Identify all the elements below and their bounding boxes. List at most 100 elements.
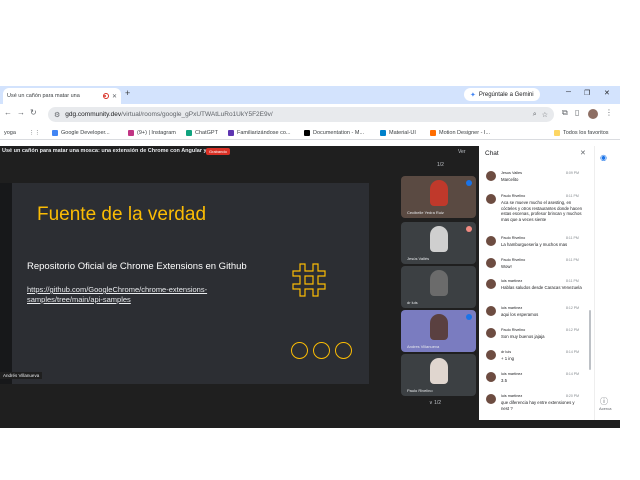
site-info-icon[interactable]: ⚙ [54, 111, 60, 119]
chat-author: Jesus Valles [501, 171, 523, 175]
chat-text: 3.5 [501, 378, 507, 383]
avatar [486, 372, 496, 382]
instagram-icon [128, 130, 134, 136]
bookmark-google-developers[interactable]: Google Developer... [52, 128, 110, 138]
avatar [486, 258, 496, 268]
chat-author: Paulo Rivelino [501, 328, 526, 332]
chat-time: 8:12 PM [566, 306, 580, 310]
new-tab-button[interactable]: + [125, 88, 130, 98]
avatar [486, 279, 496, 289]
chat-time: 8:20 PM [566, 394, 580, 398]
address-bar[interactable]: ⚙ gdg.community.dev/virtual/rooms/google… [48, 107, 554, 122]
bookmark-instagram[interactable]: (9+) | Instagram [128, 128, 176, 138]
bookmark-motion-designer[interactable]: Motion Designer - I... [430, 128, 490, 138]
participant-name: dr luis [407, 300, 418, 305]
mic-off-icon [466, 226, 472, 232]
reload-icon[interactable]: ↻ [30, 108, 37, 117]
hash-icon [292, 263, 326, 297]
bookmark-star-icon[interactable]: ☆ [542, 111, 548, 119]
extensions-icon[interactable]: ⧉ [562, 108, 568, 118]
chat-title: Chat [485, 150, 499, 157]
background [620, 86, 640, 428]
motion-icon [430, 130, 436, 136]
rail-label: Acerca [599, 406, 612, 411]
bookmark-documentation[interactable]: Documentation - M... [304, 128, 364, 138]
zoom-icon[interactable]: ⌕ [533, 111, 537, 119]
slide-title: Fuente de la verdad [37, 204, 207, 225]
avatar [486, 394, 496, 404]
apps-icon[interactable]: ⋮⋮ [29, 128, 40, 138]
url-host: gdg.community.dev [65, 111, 122, 118]
chat-time: 8:09 PM [566, 171, 580, 175]
folder-icon [554, 130, 560, 136]
slide-subtitle: Repositorio Oficial de Chrome Extensions… [27, 261, 247, 272]
participant-name: Andres Villanueva [407, 344, 440, 349]
bookmark-familiarizandose[interactable]: Familiarizándose co... [228, 128, 291, 138]
github-icon [304, 130, 310, 136]
slide-circle [313, 342, 330, 359]
chat-author: dr luis [501, 350, 512, 354]
meeting-title: Usé un cañón para matar una mosca: una e… [2, 148, 216, 154]
bookmark-chatgpt[interactable]: ChatGPT [186, 128, 218, 138]
page-indicator-bottom[interactable]: ∨ 1/2 [429, 400, 441, 406]
chat-time: 8:14 PM [566, 350, 580, 354]
avatar [486, 171, 496, 181]
chat-text: Wow! [501, 264, 512, 269]
chat-text: La hamburguesería y muchos mas [501, 242, 568, 247]
bookmark-material-ui[interactable]: Material-UI [380, 128, 416, 138]
chat-time: 8:11 PM [566, 236, 579, 240]
avatar [486, 236, 496, 246]
url-path: /virtual/rooms/google_gPxUTWAtLuRo1UkY5F… [121, 111, 273, 118]
chatgpt-icon [186, 130, 192, 136]
slide-link[interactable]: https://github.com/GoogleChrome/chrome-e… [27, 285, 277, 305]
chat-time: 8:14 PM [566, 372, 580, 376]
meeting-controls-bar [0, 420, 620, 428]
chat-author: Paulo Rivelino [501, 236, 526, 240]
chat-text: Aca se mueve mucho el asesting, en cócte… [501, 200, 582, 222]
url-text: gdg.community.dev/virtual/rooms/google_g… [65, 111, 528, 118]
view-button[interactable]: Ver [458, 149, 466, 155]
close-tab-icon[interactable]: ✕ [112, 93, 117, 100]
material-ui-icon [380, 130, 386, 136]
forward-icon[interactable]: → [17, 108, 25, 117]
chat-time: 8:11 PM [566, 194, 579, 198]
chat-text: Hablas saludos desde Caracas Venezuela [501, 285, 582, 290]
bookmark-icon [228, 130, 234, 136]
participant-tile[interactable]: Andres Villanueva [401, 310, 476, 352]
participant-tile[interactable]: Cecibelle Yedra Ruiz [401, 176, 476, 218]
minimize-icon[interactable]: ─ [566, 89, 571, 96]
browser-tab[interactable]: Usé un cañón para matar una ✕ [3, 88, 121, 104]
chat-text: Marcelito [501, 177, 519, 182]
maximize-icon[interactable]: ❐ [584, 89, 590, 97]
chat-author: Paulo Rivelino [501, 194, 526, 198]
gemini-label: Pregúntale a Gemini [478, 91, 534, 98]
side-rail [594, 146, 620, 420]
sidepanel-icon[interactable]: ▯ [575, 108, 579, 117]
close-chat-icon[interactable]: ✕ [580, 149, 586, 157]
participant-tile[interactable]: Jesús Vallés [401, 222, 476, 264]
menu-icon[interactable]: ⋮ [605, 108, 613, 117]
participant-video [430, 226, 448, 252]
chat-author: Paulo Rivelino [501, 258, 526, 262]
slide-circle [291, 342, 308, 359]
google-dev-icon [52, 130, 58, 136]
participant-tile[interactable]: dr luis [401, 266, 476, 308]
mic-icon [466, 180, 472, 186]
chat-text: Son muy buenos jajaja [501, 334, 545, 339]
chat-time: 8:12 PM [566, 328, 580, 332]
close-window-icon[interactable]: ✕ [604, 89, 610, 97]
participant-name: Jesús Vallés [407, 256, 430, 261]
tab-title: Usé un cañón para matar una [7, 93, 80, 99]
gemini-button[interactable]: ✦ Pregúntale a Gemini [464, 88, 540, 101]
screen: Usé un cañón para matar una ✕ + ✦ Pregún… [0, 0, 640, 480]
all-bookmarks[interactable]: Todos los favoritos [554, 128, 609, 138]
chat-time: 8:11 PM [566, 258, 579, 262]
chat-icon[interactable]: ◉ [600, 153, 607, 162]
profile-avatar[interactable] [588, 109, 598, 119]
participant-tile[interactable]: Paulo Rivelino [401, 354, 476, 396]
back-icon[interactable]: ← [4, 108, 12, 117]
avatar [486, 350, 496, 360]
chat-scrollbar[interactable] [589, 310, 591, 370]
chat-time: 8:11 PM [566, 279, 579, 283]
bookmark-yoga[interactable]: yoga [4, 128, 16, 138]
